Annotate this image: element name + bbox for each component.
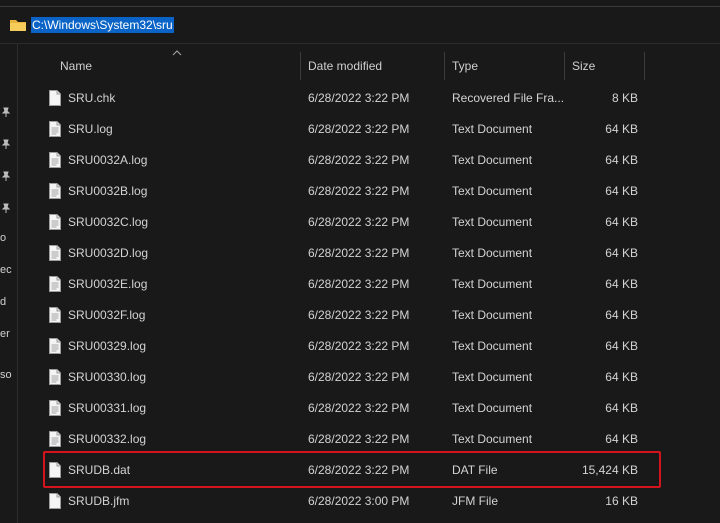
navigation-pane[interactable]: o ec d er so	[0, 44, 16, 523]
file-name: SRU0032F.log	[68, 308, 146, 322]
file-date: 6/28/2022 3:22 PM	[308, 215, 410, 229]
file-icon	[49, 276, 61, 292]
file-date: 6/28/2022 3:22 PM	[308, 122, 410, 136]
file-row[interactable]: SRU0032B.log 6/28/2022 3:22 PM Text Docu…	[34, 176, 720, 207]
file-row[interactable]: SRU0032A.log 6/28/2022 3:22 PM Text Docu…	[34, 145, 720, 176]
file-size: 64 KB	[605, 122, 638, 136]
file-size: 64 KB	[605, 339, 638, 353]
nav-item-fragment[interactable]: er	[0, 328, 14, 340]
nav-item-fragment[interactable]: o	[0, 232, 14, 244]
file-row[interactable]: SRU0032D.log 6/28/2022 3:22 PM Text Docu…	[34, 238, 720, 269]
nav-item-fragment[interactable]: ec	[0, 264, 14, 276]
file-type: Text Document	[452, 153, 533, 167]
highlight-annotation	[43, 451, 661, 488]
file-type: Text Document	[452, 277, 533, 291]
file-date: 6/28/2022 3:22 PM	[308, 370, 410, 384]
file-name: SRU0032C.log	[68, 215, 149, 229]
pin-icon[interactable]	[1, 203, 11, 213]
file-size: 64 KB	[605, 215, 638, 229]
file-name: SRUDB.jfm	[68, 494, 130, 508]
file-date: 6/28/2022 3:22 PM	[308, 246, 410, 260]
file-type: JFM File	[452, 494, 498, 508]
file-name: SRU0032E.log	[68, 277, 148, 291]
pin-icon[interactable]	[1, 107, 11, 117]
file-icon	[49, 400, 61, 416]
file-date: 6/28/2022 3:22 PM	[308, 91, 410, 105]
file-name: SRU.log	[68, 122, 113, 136]
file-icon	[49, 369, 61, 385]
file-icon	[49, 338, 61, 354]
file-type: Text Document	[452, 122, 533, 136]
file-size: 64 KB	[605, 184, 638, 198]
file-row[interactable]: SRU00330.log 6/28/2022 3:22 PM Text Docu…	[34, 362, 720, 393]
file-name: SRU0032D.log	[68, 246, 149, 260]
file-type: Text Document	[452, 246, 533, 260]
file-icon	[49, 90, 61, 106]
file-name: SRU00329.log	[68, 339, 147, 353]
column-header-name[interactable]: Name	[52, 52, 300, 80]
file-type: Text Document	[452, 308, 533, 322]
file-type: Text Document	[452, 215, 533, 229]
file-date: 6/28/2022 3:00 PM	[308, 494, 410, 508]
file-type: Text Document	[452, 184, 533, 198]
file-date: 6/28/2022 3:22 PM	[308, 184, 410, 198]
file-row[interactable]: SRU0032C.log 6/28/2022 3:22 PM Text Docu…	[34, 207, 720, 238]
folder-icon	[10, 20, 26, 31]
file-size: 8 KB	[611, 91, 638, 105]
file-row[interactable]: SRU.chk 6/28/2022 3:22 PM Recovered File…	[34, 83, 720, 114]
file-row[interactable]: SRUDB.jfm 6/28/2022 3:00 PM JFM File 16 …	[34, 486, 720, 517]
file-icon	[49, 307, 61, 323]
file-row[interactable]: SRU.log 6/28/2022 3:22 PM Text Document …	[34, 114, 720, 145]
file-row[interactable]: SRU0032F.log 6/28/2022 3:22 PM Text Docu…	[34, 300, 720, 331]
file-row[interactable]: SRU0032E.log 6/28/2022 3:22 PM Text Docu…	[34, 269, 720, 300]
pane-divider[interactable]	[17, 44, 18, 523]
file-size: 64 KB	[605, 308, 638, 322]
file-icon	[49, 431, 61, 447]
pin-icon[interactable]	[1, 139, 11, 149]
file-date: 6/28/2022 3:22 PM	[308, 153, 410, 167]
file-size: 64 KB	[605, 153, 638, 167]
file-type: Text Document	[452, 401, 533, 415]
address-bar[interactable]: C:\Windows\System32\sru	[0, 6, 720, 44]
file-size: 16 KB	[605, 494, 638, 508]
nav-item-fragment[interactable]: d	[0, 296, 14, 308]
file-name: SRU00331.log	[68, 401, 147, 415]
file-size: 64 KB	[605, 370, 638, 384]
file-size: 64 KB	[605, 277, 638, 291]
column-header-date[interactable]: Date modified	[300, 52, 444, 80]
column-header-type[interactable]: Type	[444, 52, 564, 80]
file-icon	[49, 245, 61, 261]
file-date: 6/28/2022 3:22 PM	[308, 277, 410, 291]
file-type: Text Document	[452, 370, 533, 384]
file-row[interactable]: SRU00329.log 6/28/2022 3:22 PM Text Docu…	[34, 331, 720, 362]
file-icon	[49, 214, 61, 230]
file-type: Text Document	[452, 339, 533, 353]
file-icon	[49, 493, 61, 509]
file-name: SRU0032B.log	[68, 184, 148, 198]
file-size: 64 KB	[605, 401, 638, 415]
file-date: 6/28/2022 3:22 PM	[308, 339, 410, 353]
address-path[interactable]: C:\Windows\System32\sru	[31, 17, 174, 33]
file-date: 6/28/2022 3:22 PM	[308, 401, 410, 415]
pin-icon[interactable]	[1, 171, 11, 181]
file-name: SRU00330.log	[68, 370, 147, 384]
file-name: SRU.chk	[68, 91, 116, 105]
file-date: 6/28/2022 3:22 PM	[308, 308, 410, 322]
nav-item-fragment[interactable]: so	[0, 369, 14, 381]
file-type: Recovered File Fra...	[452, 91, 565, 105]
file-size: 64 KB	[605, 246, 638, 260]
file-icon	[49, 183, 61, 199]
column-divider[interactable]	[644, 52, 645, 80]
file-icon	[49, 152, 61, 168]
file-row[interactable]: SRU00331.log 6/28/2022 3:22 PM Text Docu…	[34, 393, 720, 424]
column-header-size[interactable]: Size	[564, 52, 644, 80]
file-name: SRU0032A.log	[68, 153, 148, 167]
file-icon	[49, 121, 61, 137]
